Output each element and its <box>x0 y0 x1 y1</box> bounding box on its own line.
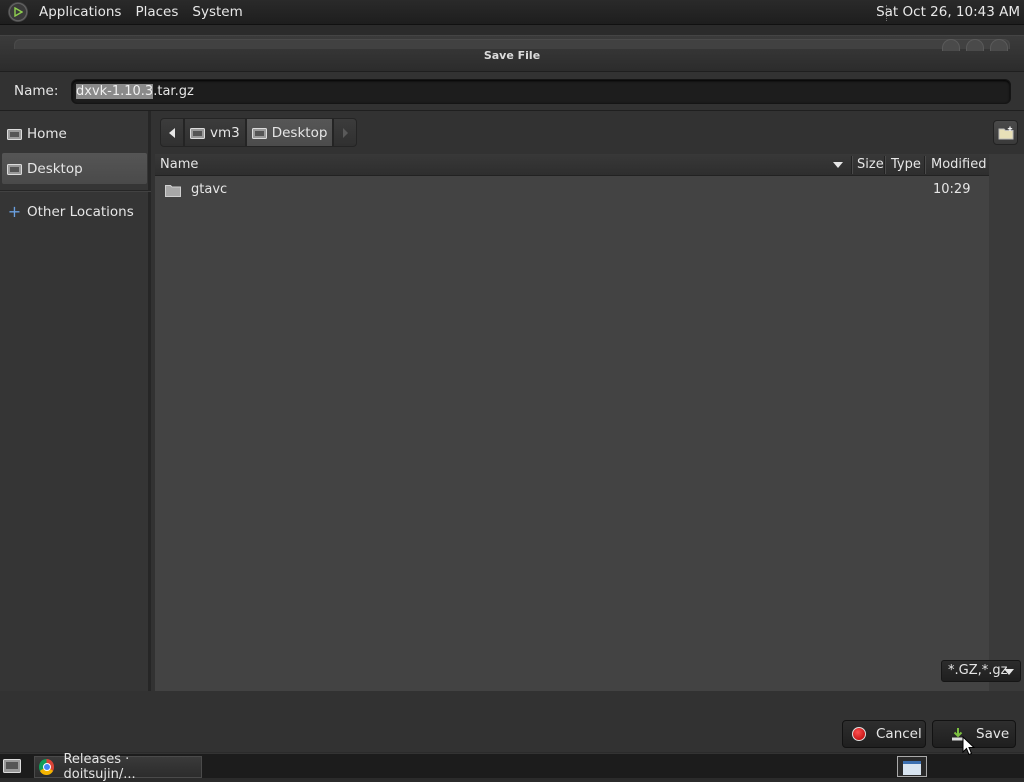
file-list-scroll-area <box>989 154 1024 691</box>
folder-icon <box>165 184 181 201</box>
save-button-label: Save <box>976 726 1010 742</box>
cancel-button-label: Cancel <box>876 726 922 742</box>
sidebar-item-label: Other Locations <box>27 203 134 220</box>
filename-input[interactable]: dxvk-1.10.3.tar.gz <box>71 78 1011 104</box>
sidebar-item-desktop[interactable]: Desktop <box>2 153 147 184</box>
sidebar-item-label: Home <box>27 125 67 142</box>
path-bar: vm3 Desktop <box>160 118 358 147</box>
sidebar-item-other-locations[interactable]: + Other Locations <box>2 196 147 227</box>
path-segment-label: Desktop <box>271 124 328 141</box>
column-headers: Name Size Type Modified <box>155 154 989 176</box>
cancel-icon <box>852 727 866 741</box>
name-label: Name: <box>14 83 59 99</box>
background-window-edge <box>14 39 1010 49</box>
sidebar-item-home[interactable]: Home <box>2 118 147 149</box>
chrome-icon <box>39 759 55 775</box>
file-type-filter-dropdown[interactable]: *.GZ,*.gz <box>941 660 1021 682</box>
plus-icon: + <box>7 201 22 221</box>
places-sidebar: Home Desktop + Other Locations <box>0 111 151 691</box>
taskbar: Releases · doitsujin/... <box>0 752 1024 782</box>
path-segment-vm3[interactable]: vm3 <box>184 118 246 147</box>
file-list[interactable]: Name Size Type Modified gtavc 10:29 <box>155 154 989 691</box>
path-segment-desktop[interactable]: Desktop <box>245 118 334 147</box>
path-back-button[interactable] <box>160 118 184 147</box>
path-segment-label: vm3 <box>210 124 240 141</box>
dialog-title: Save File <box>483 49 541 62</box>
taskbar-window-button[interactable]: Releases · doitsujin/... <box>34 752 202 782</box>
drive-icon <box>3 759 21 773</box>
save-file-dialog: Save File Name: dxvk-1.10.3.tar.gz Home … <box>0 35 1024 752</box>
drive-icon <box>7 128 22 140</box>
menu-applications[interactable]: Applications <box>32 0 128 25</box>
menu-system[interactable]: System <box>185 0 249 25</box>
cancel-button[interactable]: Cancel <box>842 720 926 748</box>
path-forward-button[interactable] <box>333 118 358 147</box>
new-folder-icon <box>998 126 1013 139</box>
drive-icon <box>7 163 22 175</box>
column-divider <box>851 156 853 174</box>
menu-places[interactable]: Places <box>128 0 185 25</box>
title-bar[interactable]: Save File <box>0 36 1024 72</box>
filename-extension-text: .tar.gz <box>153 83 194 99</box>
column-header-name[interactable]: Name <box>160 154 198 176</box>
column-header-type[interactable]: Type <box>891 154 921 176</box>
show-desktop-button[interactable] <box>2 756 24 776</box>
filename-selected-text: dxvk-1.10.3 <box>76 83 154 99</box>
mouse-cursor-icon <box>962 736 976 756</box>
file-modified: 10:29 <box>933 182 971 197</box>
column-divider <box>884 156 886 174</box>
file-row[interactable]: gtavc 10:29 <box>155 178 989 202</box>
sidebar-divider <box>0 190 151 192</box>
drive-icon <box>251 127 267 139</box>
drive-icon <box>190 127 205 139</box>
column-divider <box>924 156 926 174</box>
column-header-size[interactable]: Size <box>857 154 884 176</box>
sidebar-item-label: Desktop <box>27 160 83 177</box>
dialog-body: Home Desktop + Other Locations vm3 Deskt… <box>0 110 1024 691</box>
column-header-modified[interactable]: Modified <box>931 154 986 176</box>
applications-menu-icon[interactable] <box>8 2 28 22</box>
top-panel: Applications Places System Sat Oct 26, 1… <box>0 0 1024 25</box>
file-name: gtavc <box>191 182 228 197</box>
name-row: Name: dxvk-1.10.3.tar.gz <box>0 72 1024 110</box>
create-folder-button[interactable] <box>993 120 1018 145</box>
workspace-switcher[interactable] <box>897 756 927 777</box>
sort-descending-icon <box>833 162 843 168</box>
clock[interactable]: Sat Oct 26, 10:43 AM <box>876 0 1020 25</box>
